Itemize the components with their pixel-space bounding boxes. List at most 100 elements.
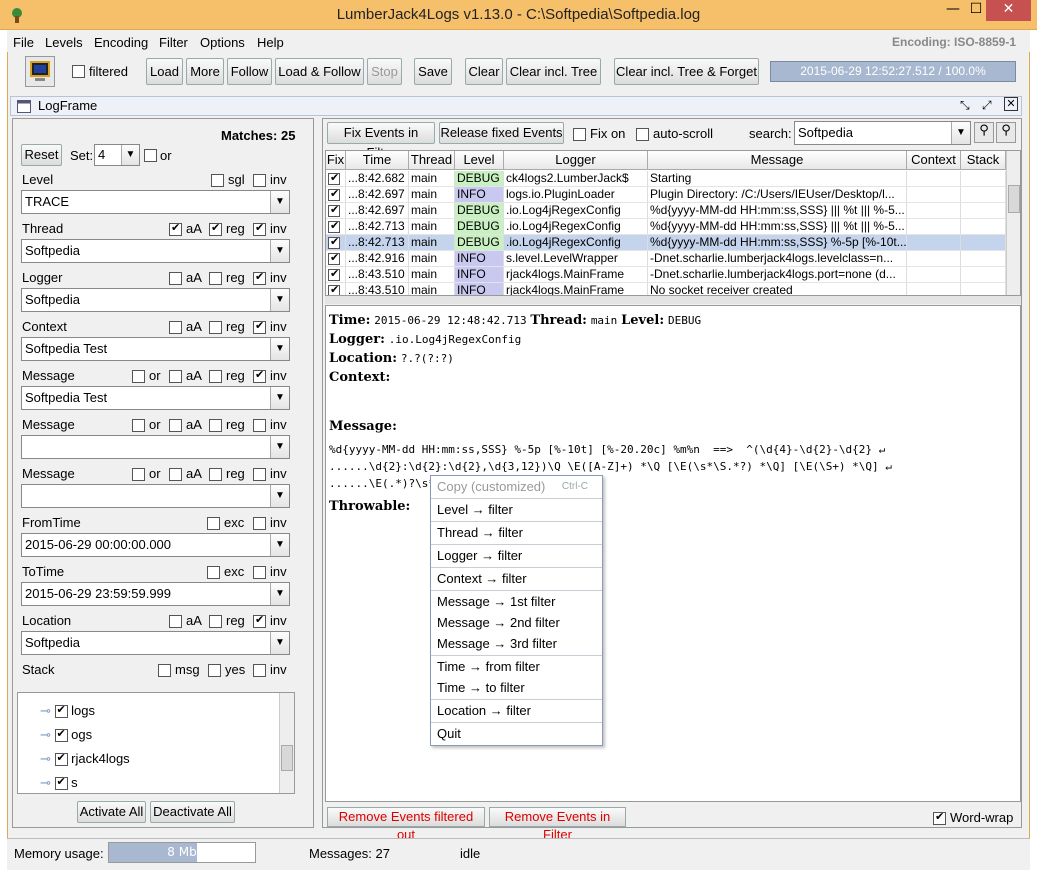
column-header-logger[interactable]: Logger [504,151,648,170]
context-inv-checkbox[interactable] [253,319,266,334]
table-row[interactable]: ...8:42.697mainDEBUG.io.Log4jRegexConfig… [326,203,1006,219]
search-backward-icon[interactable]: ⚲ [974,122,994,143]
stack-yes-checkbox[interactable] [208,663,221,677]
menu-item-location-filter[interactable]: Location → filter [431,700,602,722]
fromtime-select[interactable]: 2015-06-29 00:00:00.000 ▼ [21,533,290,557]
remove-in-filter-button[interactable]: Remove Events in Filter [489,807,626,842]
clear-button[interactable]: Clear [465,58,503,85]
tree-item[interactable]: ⊸ ogs [40,727,92,743]
column-header-time[interactable]: Time [346,151,409,170]
level-select[interactable]: TRACE ▼ [21,190,290,214]
message3-inv-checkbox[interactable] [253,467,266,481]
filtered-checkbox[interactable] [72,64,85,78]
level-sgl-checkbox[interactable] [211,173,224,187]
menu-file[interactable]: File [13,35,34,50]
fix-checkbox[interactable] [326,267,346,283]
logger-reg-checkbox[interactable] [209,271,222,285]
message1-or-checkbox[interactable] [132,369,145,383]
deactivate-all-button[interactable]: Deactivate All [150,801,235,823]
tree-item[interactable]: ⊸ logs [40,703,95,719]
fix-checkbox[interactable] [326,235,346,251]
monitor-icon-button[interactable] [25,56,55,87]
fix-checkbox[interactable] [326,251,346,267]
table-row[interactable]: ...8:43.510mainINFOrjack4logs.MainFrame-… [326,267,1006,283]
reset-button[interactable]: Reset [21,144,62,166]
auto-scroll-checkbox[interactable] [636,127,649,141]
thread-select[interactable]: Softpedia ▼ [21,239,290,263]
column-header-fix[interactable]: Fix [326,151,346,170]
table-row[interactable]: ...8:42.713mainDEBUG.io.Log4jRegexConfig… [326,235,1006,251]
tree-item[interactable]: ⊸ s [40,775,78,791]
thread-reg-checkbox[interactable] [209,221,222,236]
set-select[interactable]: 4 ▼ [94,144,140,166]
event-table[interactable]: Fix Time Thread Level Logger Message Con… [325,150,1021,296]
stop-button[interactable]: Stop [367,58,402,85]
location-aa-checkbox[interactable] [169,614,182,628]
clear-tree-button[interactable]: Clear incl. Tree [506,58,601,85]
menu-item-message3-filter[interactable]: Message → 3rd filter [431,633,602,655]
follow-button[interactable]: Follow [227,58,272,85]
fix-events-button[interactable]: Fix Events in Filter [327,122,435,160]
close-button[interactable]: ✕ [986,0,1031,21]
menu-item-quit[interactable]: Quit [431,723,602,745]
fix-checkbox[interactable] [326,203,346,219]
split-divider[interactable] [325,296,1021,304]
message2-inv-checkbox[interactable] [253,418,266,432]
frame-iconify-icon[interactable]: ⤡ [960,98,970,113]
menu-item-message1-filter[interactable]: Message → 1st filter [431,591,602,613]
menu-options[interactable]: Options [200,35,245,50]
context-select[interactable]: Softpedia Test ▼ [21,337,290,361]
message3-reg-checkbox[interactable] [209,467,222,481]
logger-inv-checkbox[interactable] [253,270,266,285]
menu-item-level-filter[interactable]: Level → filter [431,499,602,521]
menu-item-logger-filter[interactable]: Logger → filter [431,545,602,567]
set-or-checkbox[interactable] [144,148,157,162]
table-row[interactable]: ...8:42.713mainDEBUG.io.Log4jRegexConfig… [326,219,1006,235]
stack-msg-checkbox[interactable] [158,663,171,677]
column-header-stack[interactable]: Stack [961,151,1006,170]
menu-item-context-filter[interactable]: Context → filter [431,568,602,590]
thread-aa-checkbox[interactable] [169,221,182,236]
load-button[interactable]: Load [146,58,183,85]
activate-all-button[interactable]: Activate All [77,801,146,823]
message2-select[interactable]: ▼ [21,435,290,459]
fix-checkbox[interactable] [326,283,346,295]
table-row[interactable]: ...8:42.916mainINFOs.level.LevelWrapper-… [326,251,1006,267]
frame-close-icon[interactable]: ✕ [1004,97,1018,111]
context-aa-checkbox[interactable] [169,320,182,334]
tree-scrollbar[interactable] [279,693,294,793]
search-forward-icon[interactable]: ⚲ [996,122,1016,143]
save-button[interactable]: Save [414,58,452,85]
table-row[interactable]: ...8:43.510mainINFOrjack4logs.MainFrameN… [326,283,1006,295]
fix-checkbox[interactable] [326,171,346,187]
fix-checkbox[interactable] [326,187,346,203]
menu-encoding[interactable]: Encoding [94,35,148,50]
maximize-button[interactable]: ☐ [966,0,986,21]
fromtime-exc-checkbox[interactable] [207,516,220,530]
message2-aa-checkbox[interactable] [169,418,182,432]
tree-item[interactable]: ⊸ rjack4logs [40,751,130,767]
more-button[interactable]: More [186,58,224,85]
column-header-context[interactable]: Context [907,151,961,170]
menu-filter[interactable]: Filter [159,35,188,50]
fromtime-inv-checkbox[interactable] [253,516,266,530]
menu-item-time-to[interactable]: Time → to filter [431,677,602,699]
table-row[interactable]: ...8:42.697mainINFOlogs.io.PluginLoaderP… [326,187,1006,203]
frame-maximize-icon[interactable]: ⤢ [982,98,992,113]
menu-item-thread-filter[interactable]: Thread → filter [431,522,602,544]
column-header-thread[interactable]: Thread [409,151,455,170]
message3-or-checkbox[interactable] [132,467,145,481]
location-reg-checkbox[interactable] [209,614,222,628]
message1-inv-checkbox[interactable] [253,368,266,383]
message1-aa-checkbox[interactable] [169,369,182,383]
message3-aa-checkbox[interactable] [169,467,182,481]
message1-reg-checkbox[interactable] [209,369,222,383]
clear-tree-forget-button[interactable]: Clear incl. Tree & Forget [614,58,759,85]
table-row[interactable]: ...8:42.682mainDEBUGck4logs2.LumberJack$… [326,171,1006,187]
minimize-button[interactable]: — [940,0,966,21]
column-header-message[interactable]: Message [648,151,907,170]
message3-select[interactable]: ▼ [21,484,290,508]
column-header-level[interactable]: Level [455,151,504,170]
location-select[interactable]: Softpedia ▼ [21,631,290,655]
menu-levels[interactable]: Levels [45,35,83,50]
